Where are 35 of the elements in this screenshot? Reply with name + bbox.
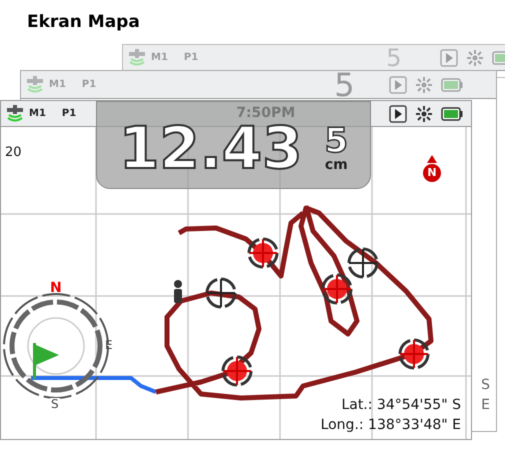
mode-label: M1	[49, 78, 66, 92]
battery-icon	[441, 106, 463, 120]
side-label: S	[481, 376, 490, 395]
unit-label: cm	[324, 158, 348, 172]
latitude-text: Lat.: 34°54'55" S	[341, 396, 461, 415]
plot-label: P1	[82, 78, 96, 92]
page-title: Ekran Mapa	[27, 11, 140, 34]
depth-value: 5	[334, 68, 355, 100]
gps-antenna-icon	[127, 48, 147, 66]
compass-east-label: E	[105, 339, 113, 351]
scale-label: 20	[5, 144, 22, 162]
plot-label: P1	[62, 107, 76, 121]
brightness-icon[interactable]	[415, 104, 433, 122]
north-marker-icon	[423, 155, 441, 182]
crosshair-target-icon	[206, 278, 236, 308]
depth-value: 5	[324, 124, 348, 158]
play-icon[interactable]	[389, 104, 407, 122]
compass-north-label: N	[50, 281, 62, 295]
north-label: N	[427, 165, 437, 181]
battery-icon	[440, 78, 463, 92]
marked-target-icon	[222, 356, 252, 386]
marked-target-icon	[248, 238, 278, 268]
mode-label: M1	[29, 107, 46, 121]
side-label: E	[481, 396, 490, 415]
flag-icon	[33, 343, 59, 379]
plot-label: P1	[184, 51, 198, 65]
mode-label: M1	[151, 51, 168, 65]
marked-target-icon	[322, 274, 352, 304]
marked-target-icon	[398, 338, 430, 370]
person-icon	[174, 280, 182, 303]
compass-south-label: S	[50, 398, 60, 410]
longitude-text: Long.: 138°33'48" E	[320, 416, 461, 435]
gps-antenna-icon	[5, 104, 25, 122]
gps-antenna-icon	[25, 76, 45, 94]
crosshair-target-icon	[348, 248, 378, 278]
